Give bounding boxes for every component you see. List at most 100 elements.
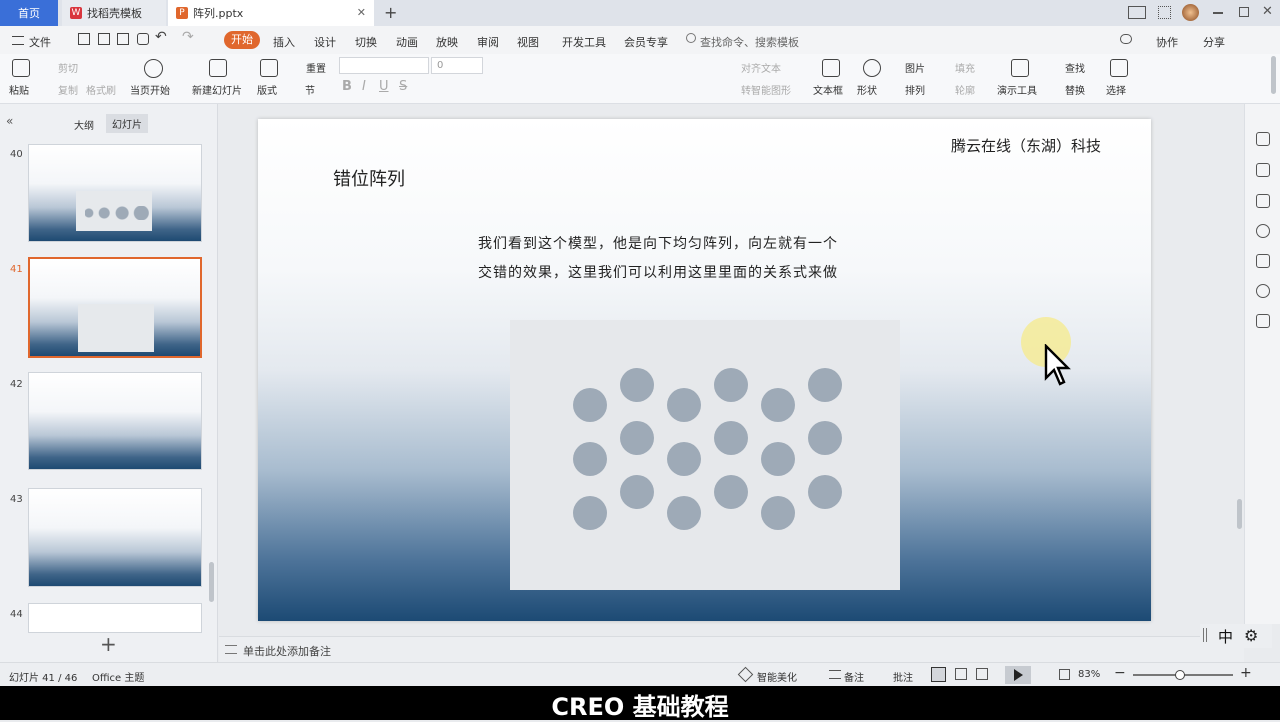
new-slide-icon[interactable] xyxy=(209,59,227,77)
zoom-slider[interactable] xyxy=(1133,670,1233,680)
menu-review[interactable]: 审阅 xyxy=(477,34,499,50)
window-layout-icon[interactable] xyxy=(1128,6,1146,19)
menu-transition[interactable]: 切换 xyxy=(355,34,377,50)
select-button[interactable]: 选择 xyxy=(1106,82,1126,97)
notes-area[interactable]: 单击此处添加备注 xyxy=(219,636,1244,662)
ime-lang[interactable]: 中 xyxy=(1218,626,1233,647)
collab-button[interactable]: 协作 xyxy=(1156,34,1178,50)
textbox-button[interactable]: 文本框 xyxy=(813,82,843,97)
export-icon[interactable] xyxy=(98,33,110,45)
notes-placeholder[interactable]: 单击此处添加备注 xyxy=(243,643,331,659)
menu-animation[interactable]: 动画 xyxy=(396,34,418,50)
shape-icon[interactable] xyxy=(863,59,881,77)
menu-file[interactable]: 文件 xyxy=(29,34,51,50)
collapse-icon[interactable]: « xyxy=(6,114,13,128)
menu-member[interactable]: 会员专享 xyxy=(624,34,668,50)
zoom-level[interactable]: 83% xyxy=(1078,669,1100,680)
menu-developer[interactable]: 开发工具 xyxy=(562,34,606,50)
copy-layout-icon[interactable] xyxy=(1256,194,1270,208)
outline-button[interactable]: 轮廓 xyxy=(955,82,975,97)
section-button[interactable]: 节 xyxy=(305,82,315,97)
reading-view-icon[interactable] xyxy=(976,668,988,680)
font-size-select[interactable]: 0 xyxy=(431,57,483,74)
paste-icon[interactable] xyxy=(12,59,30,77)
cut-button[interactable]: 剪切 xyxy=(58,60,78,75)
shape-button[interactable]: 形状 xyxy=(857,82,877,97)
zoom-slider-thumb[interactable] xyxy=(1175,670,1185,680)
save-icon[interactable] xyxy=(78,33,90,45)
undo-icon[interactable]: ↶ xyxy=(155,29,167,45)
ime-handle[interactable] xyxy=(1203,628,1207,642)
strikethrough-icon[interactable]: S xyxy=(399,79,407,94)
close-icon[interactable]: ✕ xyxy=(357,6,366,19)
notes-toggle[interactable]: 备注 xyxy=(844,669,864,684)
fit-icon[interactable] xyxy=(1059,669,1070,680)
sorter-view-icon[interactable] xyxy=(955,668,967,680)
avatar[interactable] xyxy=(1182,4,1199,21)
underline-icon[interactable]: U xyxy=(379,79,389,94)
slide-thumb-44[interactable] xyxy=(28,603,202,633)
zoom-in-icon[interactable]: + xyxy=(1240,665,1252,681)
format-painter-button[interactable]: 格式刷 xyxy=(86,82,116,97)
smart-art-button[interactable]: 转智能图形 xyxy=(741,82,791,97)
find-button[interactable]: 查找 xyxy=(1065,60,1085,75)
align-text-button[interactable]: 对齐文本 xyxy=(741,60,781,75)
slide-thumb-43[interactable] xyxy=(28,488,202,587)
menu-insert[interactable]: 插入 xyxy=(273,34,295,50)
comment-icon[interactable] xyxy=(1256,314,1270,328)
location-icon[interactable] xyxy=(1256,284,1270,298)
bold-icon[interactable]: B xyxy=(342,79,352,94)
menu-start[interactable]: 开始 xyxy=(224,31,260,49)
slides-tab[interactable]: 幻灯片 xyxy=(106,114,148,133)
add-slide-button[interactable]: + xyxy=(100,632,117,656)
layout-icon[interactable] xyxy=(260,59,278,77)
settings-sliders-icon[interactable] xyxy=(1256,132,1270,146)
copy-button[interactable]: 复制 xyxy=(58,82,78,97)
canvas-scrollbar[interactable] xyxy=(1237,499,1242,529)
outline-tab[interactable]: 大纲 xyxy=(74,117,94,132)
menu-design[interactable]: 设计 xyxy=(314,34,336,50)
ime-toolbar[interactable]: 中 ⚙ xyxy=(1200,624,1272,648)
window-close-icon[interactable]: ✕ xyxy=(1262,4,1273,19)
new-slide-button[interactable]: 新建幻灯片 xyxy=(192,82,242,97)
slide-canvas[interactable]: 腾云在线（东湖）科技 错位阵列 我们看到这个模型，他是向下均匀阵列，向左就有一个… xyxy=(258,119,1151,621)
zoom-out-icon[interactable]: − xyxy=(1114,665,1126,681)
image-tool-icon[interactable] xyxy=(1256,254,1270,268)
share-button[interactable]: 分享 xyxy=(1203,34,1225,50)
paste-button[interactable]: 粘贴 xyxy=(9,82,29,97)
present-tool-button[interactable]: 演示工具 xyxy=(997,82,1037,97)
slide-thumb-40[interactable] xyxy=(28,144,202,242)
cloud-icon[interactable] xyxy=(1120,34,1132,44)
present-tool-icon[interactable] xyxy=(1011,59,1029,77)
from-current-button[interactable]: 当页开始 xyxy=(130,82,170,97)
reset-button[interactable]: 重置 xyxy=(306,60,326,75)
play-icon[interactable] xyxy=(144,59,163,78)
ime-settings-icon[interactable]: ⚙ xyxy=(1244,626,1258,645)
redo-icon[interactable]: ↷ xyxy=(182,29,194,45)
menu-slideshow[interactable]: 放映 xyxy=(436,34,458,50)
slide-thumb-41[interactable] xyxy=(28,257,202,358)
picture-button[interactable]: 图片 xyxy=(905,60,925,75)
grid-view-icon[interactable] xyxy=(1158,6,1171,19)
new-tab-icon[interactable]: + xyxy=(384,3,397,22)
slide-thumb-42[interactable] xyxy=(28,372,202,470)
maximize-icon[interactable] xyxy=(1239,7,1249,17)
tab-document[interactable]: P 阵列.pptx ✕ xyxy=(168,0,374,26)
print-icon[interactable] xyxy=(117,33,129,45)
textbox-icon[interactable] xyxy=(822,59,840,77)
hamburger-icon[interactable] xyxy=(12,36,24,45)
replace-button[interactable]: 替换 xyxy=(1065,82,1085,97)
preview-icon[interactable] xyxy=(137,33,149,45)
beautify-button[interactable]: 智能美化 xyxy=(757,669,797,684)
normal-view-icon[interactable] xyxy=(931,667,946,682)
italic-icon[interactable]: I xyxy=(362,79,366,94)
minimize-icon[interactable] xyxy=(1213,12,1223,14)
fill-button[interactable]: 填充 xyxy=(955,60,975,75)
select-icon[interactable] xyxy=(1110,59,1128,77)
tab-template[interactable]: W 找稻壳模板 xyxy=(62,0,166,26)
command-search[interactable]: 查找命令、搜索模板 xyxy=(700,34,799,50)
layout-button[interactable]: 版式 xyxy=(257,82,277,97)
toolbar-scrollbar[interactable] xyxy=(1271,56,1276,94)
help-icon[interactable] xyxy=(1256,224,1270,238)
panel-scrollbar[interactable] xyxy=(209,562,214,602)
